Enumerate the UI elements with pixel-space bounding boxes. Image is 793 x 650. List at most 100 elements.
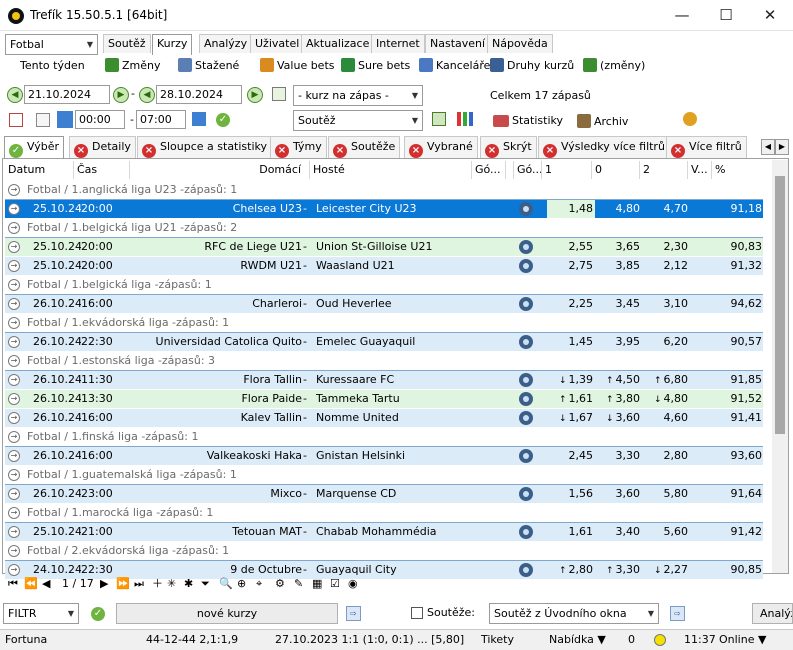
- expand-icon[interactable]: →: [8, 184, 20, 196]
- col-0[interactable]: 0: [592, 161, 640, 179]
- expand-icon[interactable]: →: [8, 241, 20, 253]
- expand-icon[interactable]: →: [8, 545, 20, 557]
- tabs-scroll-right[interactable]: ▶: [775, 139, 789, 155]
- table-row[interactable]: → 25.10.24 20:00 RWDM U21- Waasland U21 2,75 3…: [5, 257, 763, 275]
- expand-icon[interactable]: →: [8, 374, 20, 386]
- next-page-button[interactable]: ▶: [100, 576, 108, 592]
- add-row-button[interactable]: ＋: [152, 576, 163, 592]
- eye-icon[interactable]: [519, 487, 533, 501]
- group-row[interactable]: → Fotbal / 1.guatemalská liga -zápasů: 1: [5, 466, 763, 484]
- tab-nastaveni[interactable]: Nastavení: [425, 34, 491, 53]
- table-row[interactable]: → 26.10.24 11:30 Flora Tallin - Kuressaare FC…: [5, 371, 763, 389]
- tab-kurzy[interactable]: Kurzy: [152, 34, 193, 55]
- expand-icon[interactable]: →: [8, 526, 20, 538]
- table-row[interactable]: → 26.10.24 16:00 Charleroi - Oud Heverlee 2,25…: [5, 295, 763, 313]
- souteze-checkbox[interactable]: [411, 607, 423, 619]
- date-to-input[interactable]: 28.10.2024: [156, 85, 242, 104]
- table-row[interactable]: → 26.10.24 16:00 Valkeakoski Haka - Gnistan H…: [5, 447, 763, 465]
- expand-icon[interactable]: →: [8, 450, 20, 462]
- tab-napoveda[interactable]: Nápověda: [487, 34, 553, 53]
- col-datum[interactable]: Datum: [5, 161, 74, 179]
- tab-tymy[interactable]: × Týmy: [270, 136, 327, 158]
- expand-icon[interactable]: →: [8, 412, 20, 424]
- move-icon[interactable]: [36, 113, 50, 127]
- prev-date-to-icon[interactable]: ◀: [139, 87, 155, 103]
- eye-icon[interactable]: [519, 297, 533, 311]
- scrollbar-thumb[interactable]: [775, 176, 785, 434]
- tab-sloupce[interactable]: × Sloupce a statistiky: [137, 136, 273, 158]
- confirm-icon[interactable]: ✓: [91, 607, 105, 621]
- tab-vysledky[interactable]: × Výsledky více filtrů: [538, 136, 670, 158]
- col-domaci[interactable]: Domácí: [130, 161, 310, 179]
- eye-icon[interactable]: [519, 449, 533, 463]
- eye-icon[interactable]: [519, 335, 533, 349]
- expand-icon[interactable]: →: [8, 507, 20, 519]
- tab-internet[interactable]: Internet: [371, 34, 425, 53]
- plus-circle-icon[interactable]: ⊕: [237, 576, 246, 592]
- new-odds-button[interactable]: nové kurzy: [116, 603, 338, 624]
- expand-icon[interactable]: →: [8, 317, 20, 329]
- col-v[interactable]: V...: [688, 161, 712, 179]
- gear-icon[interactable]: ⚙: [275, 576, 285, 592]
- last-icon[interactable]: [192, 112, 206, 126]
- grid-icon[interactable]: ▦: [312, 576, 322, 592]
- online-menu[interactable]: Online ▼: [719, 630, 766, 650]
- group-row[interactable]: → Fotbal / 1.belgická liga -zápasů: 1: [5, 276, 763, 294]
- zmeny-button[interactable]: Změny: [105, 56, 161, 76]
- funnel-icon[interactable]: ⏷: [201, 576, 210, 592]
- value-bets-button[interactable]: Value bets: [260, 56, 335, 76]
- tab-analyzy[interactable]: Analýzy: [199, 34, 253, 53]
- date-from-input[interactable]: 21.10.2024: [24, 85, 110, 104]
- close-button[interactable]: ✕: [748, 0, 792, 31]
- zmeny2-button[interactable]: (změny): [583, 56, 645, 76]
- zoom-icon[interactable]: 🔍: [219, 576, 233, 592]
- archiv-button[interactable]: Archiv: [577, 114, 628, 128]
- tab-vyber[interactable]: ✓ Výběr: [4, 136, 65, 158]
- table-row[interactable]: → 26.10.24 23:00 Mixco - Marquense CD 1,56 3,60…: [5, 485, 763, 503]
- stazene-button[interactable]: Stažené: [178, 56, 239, 76]
- expand-icon[interactable]: →: [8, 469, 20, 481]
- eye-icon[interactable]: [519, 259, 533, 273]
- time-from-input[interactable]: 00:00: [75, 110, 125, 129]
- last-page-button[interactable]: ⏭: [134, 576, 144, 592]
- time-to-input[interactable]: 07:00: [136, 110, 186, 129]
- col-pct[interactable]: %: [712, 161, 772, 179]
- expand-icon[interactable]: →: [8, 564, 20, 576]
- expand-icon[interactable]: →: [8, 355, 20, 367]
- first-icon[interactable]: [57, 111, 73, 128]
- crosshair-icon[interactable]: ⌖: [256, 576, 262, 592]
- table-row[interactable]: → 25.10.24 21:00 Tetouan MAT - Chabab Mohammé…: [5, 523, 763, 541]
- col-cas[interactable]: Čas: [74, 161, 130, 179]
- group-row[interactable]: → Fotbal / 1.estonská liga -zápasů: 3: [5, 352, 763, 370]
- minimize-button[interactable]: —: [660, 0, 704, 31]
- odds-select[interactable]: - kurz na zápas - ▼: [293, 85, 423, 106]
- group-row[interactable]: → Fotbal / 1.marocká liga -zápasů: 1: [5, 504, 763, 522]
- group-row[interactable]: → Fotbal / 1.belgická liga U21 -zápasů: 2: [5, 219, 763, 237]
- sure-bets-button[interactable]: Sure bets: [341, 56, 410, 76]
- expand-icon[interactable]: →: [8, 336, 20, 348]
- apply-icon[interactable]: [272, 87, 286, 101]
- first-page-button[interactable]: ⏮: [8, 576, 18, 592]
- coins-icon[interactable]: [683, 112, 697, 126]
- col-hoste[interactable]: Hosté: [310, 161, 472, 179]
- expand-icon[interactable]: →: [8, 431, 20, 443]
- asterisk-icon[interactable]: ✳: [167, 576, 176, 592]
- kancelare-button[interactable]: Kanceláře: [419, 56, 490, 76]
- statistiky-button[interactable]: Statistiky: [493, 114, 563, 127]
- col-2[interactable]: 2: [640, 161, 688, 179]
- checkbox-icon[interactable]: ☑: [330, 576, 340, 592]
- tab-detaily[interactable]: × Detaily: [69, 136, 136, 158]
- eye-icon[interactable]: [519, 392, 533, 406]
- check-icon[interactable]: ✓: [216, 113, 230, 127]
- next-date-to-icon[interactable]: ▶: [247, 87, 263, 103]
- expand-icon[interactable]: ⇨: [670, 606, 685, 621]
- col-goly1[interactable]: Gó...: [472, 161, 506, 179]
- tab-souteze[interactable]: × Soutěže: [328, 136, 401, 158]
- prev-fast-button[interactable]: ⏪: [24, 576, 38, 592]
- prev-date-icon[interactable]: ◀: [7, 87, 23, 103]
- edit-icon[interactable]: ✎: [294, 576, 303, 592]
- table-row[interactable]: → 26.10.24 13:30 Flora Paide - Tammeka Tartu ↑…: [5, 390, 763, 408]
- col-goly2[interactable]: Gó...: [514, 161, 542, 179]
- group-row[interactable]: → Fotbal / 1.ekvádorská liga -zápasů: 1: [5, 314, 763, 332]
- tab-skryt[interactable]: × Skrýt: [480, 136, 537, 158]
